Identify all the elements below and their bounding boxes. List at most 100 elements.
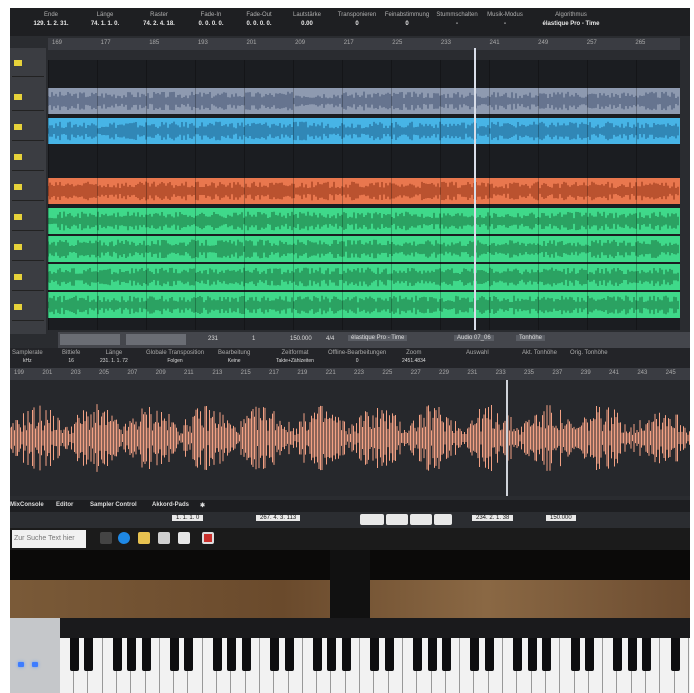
black-key[interactable] xyxy=(213,638,222,671)
black-key[interactable] xyxy=(613,638,623,671)
editor-info-offline[interactable]: Offline-Bearbeitungen 0 xyxy=(328,350,386,364)
black-key[interactable] xyxy=(141,638,151,671)
black-key[interactable] xyxy=(84,638,94,671)
black-key[interactable] xyxy=(670,638,680,671)
tool-buttons[interactable] xyxy=(60,334,120,345)
position-display[interactable]: 234. 2. 1. 38 xyxy=(472,515,514,521)
tab-mixconsole[interactable]: MixConsole xyxy=(10,502,44,508)
playhead-cursor[interactable] xyxy=(474,48,476,330)
info-col-fade-out[interactable]: Fade-Out 0. 0. 0. 0. xyxy=(234,12,284,27)
store-icon[interactable] xyxy=(158,532,170,544)
black-key[interactable] xyxy=(327,638,337,671)
black-key[interactable] xyxy=(112,638,122,671)
mail-icon[interactable] xyxy=(178,532,190,544)
info-col-algorithmus[interactable]: Algorithmus élastique Pro - Time xyxy=(536,12,606,27)
track-lane[interactable] xyxy=(47,208,680,234)
nudge-value[interactable]: 1 xyxy=(252,336,255,342)
black-key[interactable] xyxy=(370,638,380,671)
editor-playhead[interactable] xyxy=(506,380,508,496)
project-lanes[interactable] xyxy=(47,48,680,330)
editor-info-zeitformat[interactable]: Zeitformat Takte+Zählzeiten xyxy=(276,350,314,364)
info-col-transponieren[interactable]: Transponieren 0 xyxy=(332,12,382,27)
toolbar-tempo[interactable]: 150.000 xyxy=(290,336,312,342)
editor-info-laenge[interactable]: Länge 231. 1. 1. 72 xyxy=(100,350,128,364)
track-lane[interactable] xyxy=(47,292,680,318)
track-lane[interactable] xyxy=(48,148,680,174)
file-explorer-icon[interactable] xyxy=(138,532,150,544)
audio-file-select[interactable]: Audio 07_06 xyxy=(454,335,494,341)
info-col-fade-in[interactable]: Fade-In 0. 0. 0. 0. xyxy=(186,12,236,27)
track-header[interactable] xyxy=(12,148,44,171)
black-key[interactable] xyxy=(170,638,180,671)
black-key[interactable] xyxy=(527,638,537,671)
info-col-laenge[interactable]: Länge 74. 1. 1. 0. xyxy=(80,12,130,27)
black-key[interactable] xyxy=(570,638,580,671)
black-key[interactable] xyxy=(413,638,423,671)
black-key[interactable] xyxy=(270,638,280,671)
track-lane[interactable] xyxy=(47,118,680,144)
black-key[interactable] xyxy=(513,638,523,671)
black-key[interactable] xyxy=(642,638,651,671)
editor-info-zoom[interactable]: Zoom 2451.4834 xyxy=(402,350,426,364)
track-header[interactable] xyxy=(12,54,44,77)
tab-akkord-pads[interactable]: Akkord-Pads xyxy=(152,502,189,508)
editor-info-samplerate[interactable]: Samplerate kHz xyxy=(12,350,43,364)
piano-keys[interactable] xyxy=(60,638,690,693)
black-key[interactable] xyxy=(484,638,494,671)
info-col-lautstaerke[interactable]: Lautstärke 0.00 xyxy=(282,12,332,27)
play-button[interactable] xyxy=(410,514,432,525)
gear-icon[interactable]: ✱ xyxy=(200,502,205,509)
black-key[interactable] xyxy=(384,638,394,671)
black-key[interactable] xyxy=(227,638,237,671)
black-key[interactable] xyxy=(127,638,137,671)
black-key[interactable] xyxy=(627,638,637,671)
pitch-select[interactable]: Tonhöhe xyxy=(516,335,546,341)
black-key[interactable] xyxy=(427,638,437,671)
black-key[interactable] xyxy=(184,638,194,671)
cubase-app-icon[interactable] xyxy=(202,532,214,544)
black-key[interactable] xyxy=(313,638,323,671)
editor-info-orig-tonhoehe[interactable]: Orig. Tonhöhe xyxy=(570,350,608,358)
project-ruler[interactable]: 169 177 185 193 201 209 217 225 233 241 249 257 265 xyxy=(48,38,680,50)
taskbar-search-input[interactable]: Zur Suche Text hier eingeben xyxy=(12,530,86,560)
record-button[interactable] xyxy=(434,514,452,525)
black-key[interactable] xyxy=(284,638,294,671)
black-key[interactable] xyxy=(241,638,251,671)
track-header[interactable] xyxy=(12,268,44,291)
black-key[interactable] xyxy=(584,638,594,671)
editor-ruler[interactable]: 199 201 203 205 207 209 211 213 215 217 219 221 223 2… xyxy=(10,368,690,380)
track-header[interactable] xyxy=(12,238,44,261)
sample-editor[interactable] xyxy=(10,380,690,496)
track-header[interactable] xyxy=(12,208,44,231)
tab-sampler-control[interactable]: Sampler Control xyxy=(90,502,137,508)
algorithm-select[interactable]: élastique Pro - Time xyxy=(348,335,408,341)
cycle-button[interactable] xyxy=(360,514,384,525)
editor-info-bearbeitung[interactable]: Bearbeitung Keine xyxy=(218,350,250,364)
black-key[interactable] xyxy=(341,638,351,671)
track-lane[interactable] xyxy=(47,88,680,114)
edge-browser-icon[interactable] xyxy=(118,532,130,544)
right-locator[interactable]: 267. 4. 3. 113 xyxy=(256,515,301,521)
edit-tools[interactable] xyxy=(126,334,186,345)
black-key[interactable] xyxy=(70,638,79,671)
toolbar-signature[interactable]: 4/4 xyxy=(326,336,334,342)
info-col-raster[interactable]: Raster 74. 2. 4. 18. xyxy=(134,12,184,27)
editor-info-transposition[interactable]: Globale Transposition Folgen xyxy=(146,350,204,364)
editor-info-bittiefe[interactable]: Bittiefe 16 xyxy=(62,350,80,364)
grid-value[interactable]: 231 xyxy=(208,336,218,342)
transport-tempo[interactable]: 150.000 xyxy=(546,515,576,521)
black-key[interactable] xyxy=(541,638,551,671)
track-header[interactable] xyxy=(12,298,44,321)
track-header[interactable] xyxy=(12,178,44,201)
track-lane[interactable] xyxy=(47,264,680,290)
editor-info-auswahl[interactable]: Auswahl xyxy=(466,350,489,358)
stop-button[interactable] xyxy=(386,514,408,525)
info-col-musik-modus[interactable]: Musik-Modus - xyxy=(480,12,530,27)
track-header[interactable] xyxy=(12,88,44,111)
info-col-stummschalten[interactable]: Stummschalten - xyxy=(432,12,482,27)
left-locator[interactable]: 1. 1. 1. 0 xyxy=(172,515,204,521)
task-view-icon[interactable] xyxy=(100,532,112,544)
info-col-ende[interactable]: Ende 129. 1. 2. 31. xyxy=(26,12,76,27)
track-header[interactable] xyxy=(12,118,44,141)
track-lane[interactable] xyxy=(47,236,680,262)
